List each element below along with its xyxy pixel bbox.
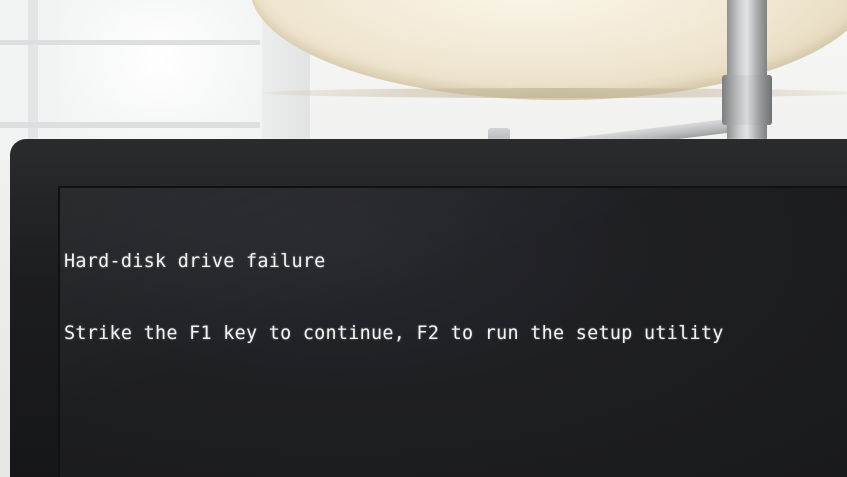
window-transom-bottom [0,122,260,128]
window-transom-top [0,40,260,45]
photo-scene: Hard-disk drive failure Strike the F1 ke… [0,0,847,477]
bios-error-line: Hard-disk drive failure [64,251,326,272]
bios-message: Hard-disk drive failure Strike the F1 ke… [64,202,724,394]
background-window [0,0,300,160]
monitor-screen: Hard-disk drive failure Strike the F1 ke… [58,186,847,477]
bios-prompt-line: Strike the F1 key to continue, F2 to run… [64,323,724,344]
lamp-collar [722,75,772,125]
